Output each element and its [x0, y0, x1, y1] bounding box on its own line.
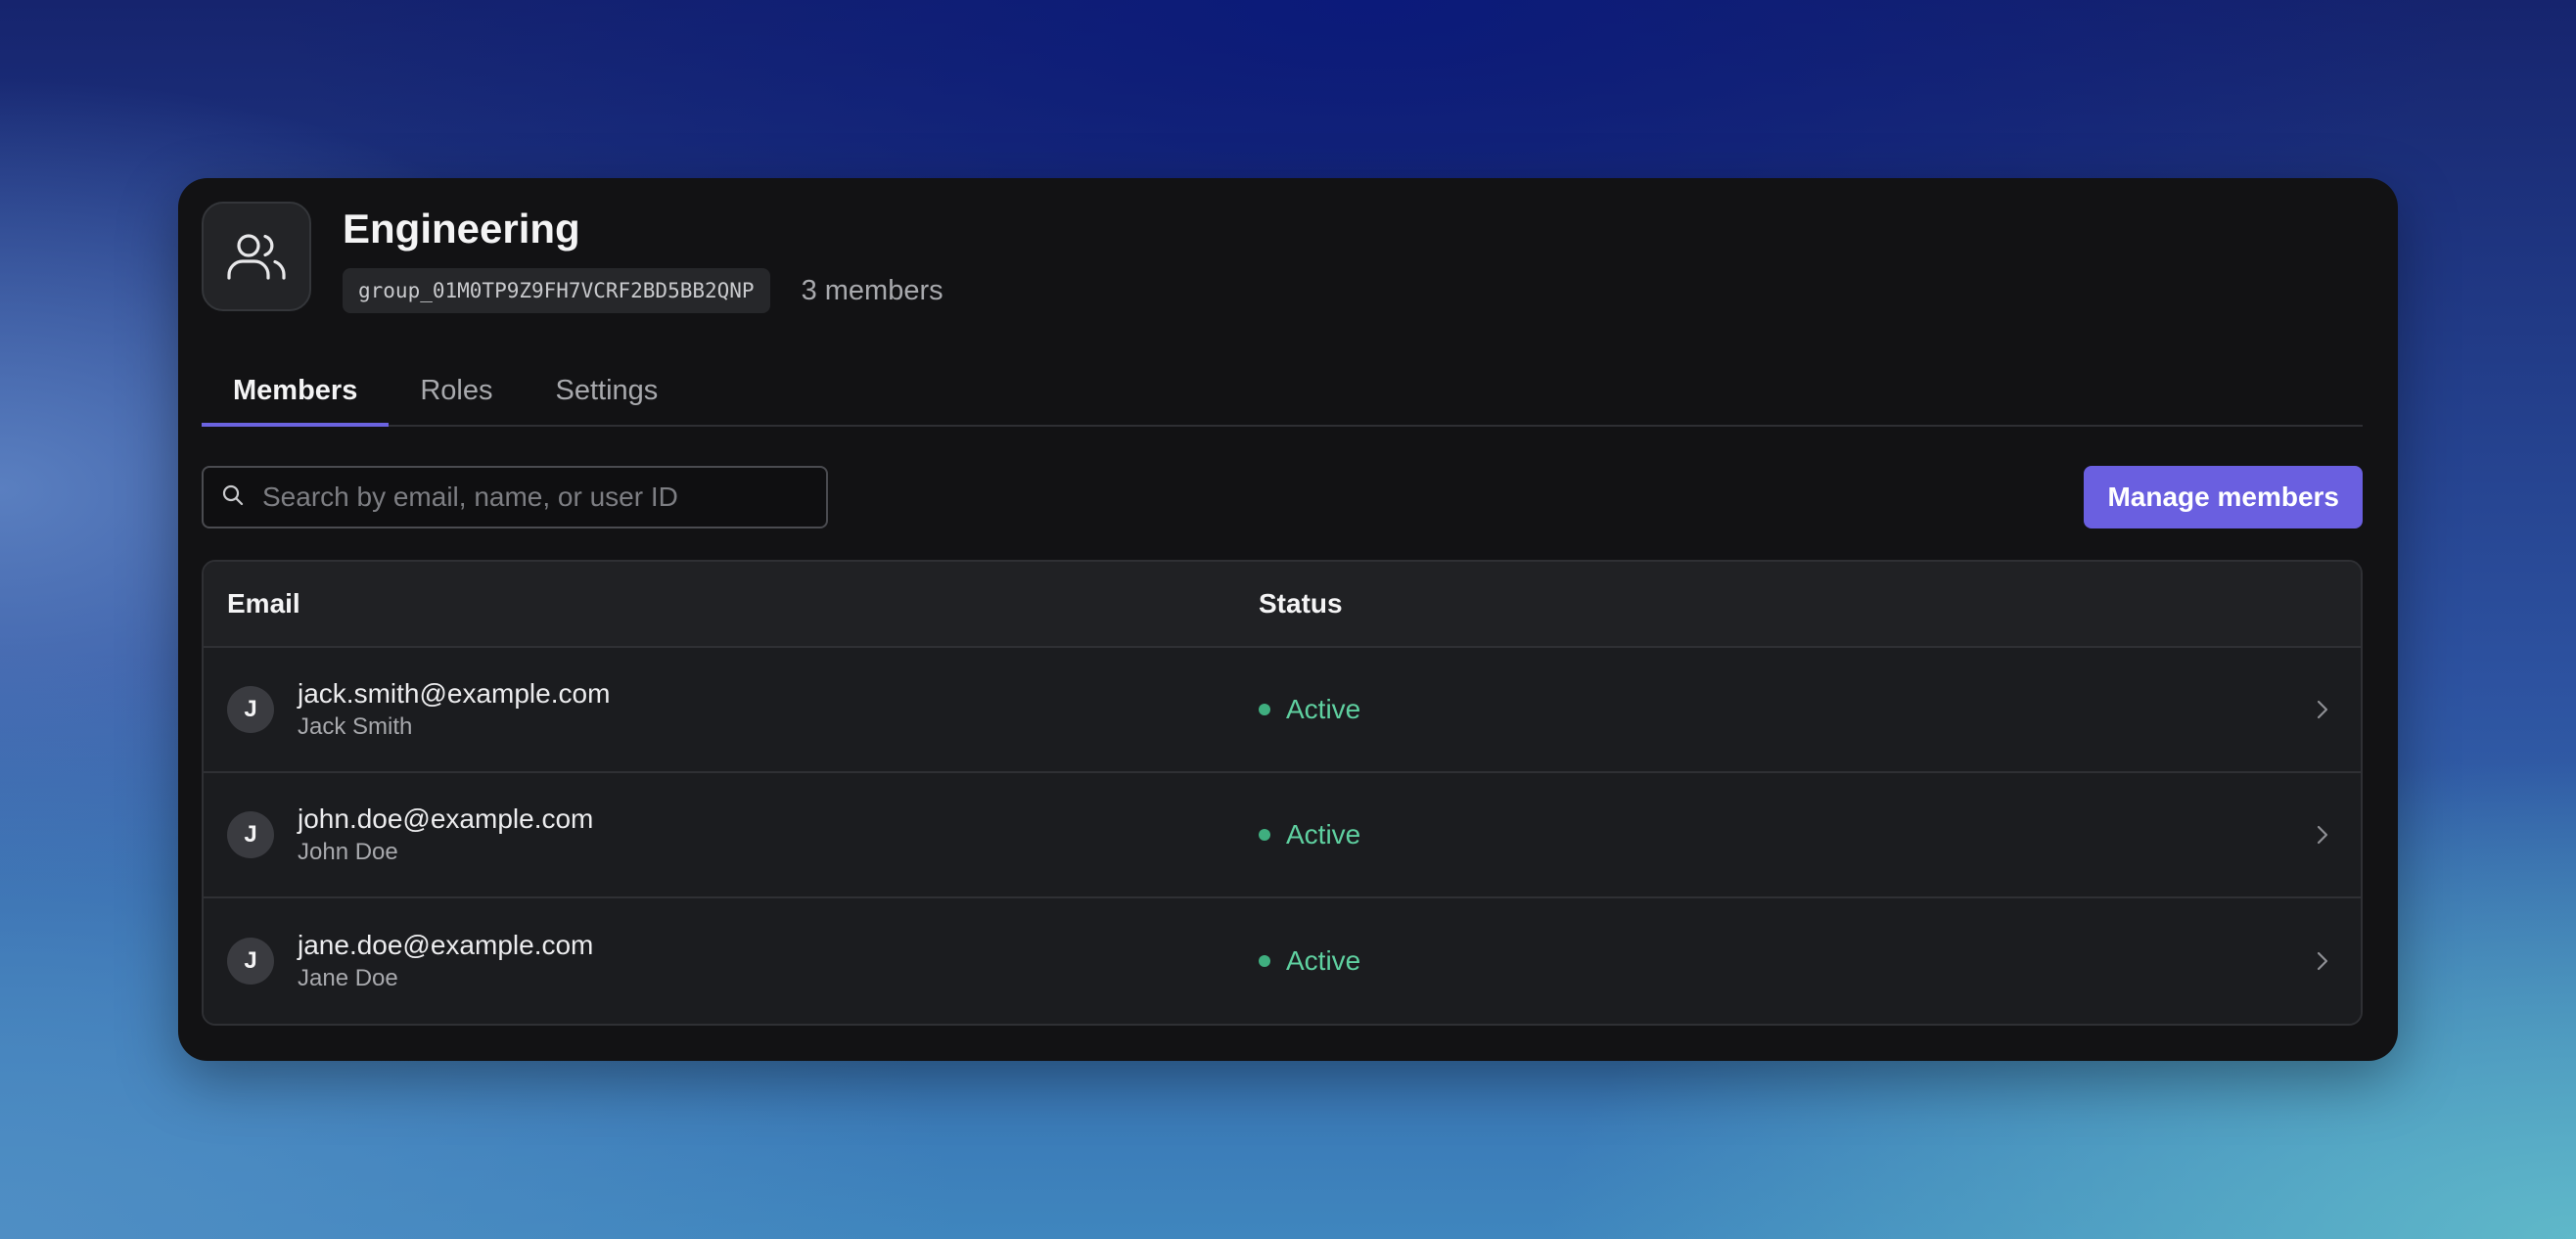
tab-members[interactable]: Members	[202, 356, 390, 427]
avatar: J	[227, 811, 274, 858]
members-toolbar: Manage members	[202, 466, 2363, 528]
status-dot-icon	[1259, 955, 1270, 967]
search-box[interactable]	[202, 466, 828, 528]
tab-roles[interactable]: Roles	[389, 356, 524, 425]
chevron-right-icon[interactable]	[2308, 695, 2337, 724]
table-header: Email Status	[204, 562, 2361, 648]
group-id-badge[interactable]: group_01M0TP9Z9FH7VCRF2BD5BB2QNP	[343, 268, 770, 313]
tab-bar: Members Roles Settings	[202, 356, 2363, 427]
user-name: John Doe	[298, 839, 398, 865]
table-row[interactable]: J jack.smith@example.com Jack Smith Acti…	[204, 648, 2361, 773]
page-title: Engineering	[343, 206, 580, 252]
table-row[interactable]: J john.doe@example.com John Doe Active	[204, 773, 2361, 898]
status-badge: Active	[1286, 819, 1361, 849]
table-row[interactable]: J jane.doe@example.com Jane Doe Active	[204, 898, 2361, 1024]
chevron-right-icon[interactable]	[2308, 820, 2337, 849]
group-header-text: Engineering group_01M0TP9Z9FH7VCRF2BD5BB…	[343, 202, 943, 313]
status-badge: Active	[1286, 694, 1361, 724]
user-name: Jack Smith	[298, 713, 413, 740]
status-badge: Active	[1286, 945, 1361, 976]
group-meta: group_01M0TP9Z9FH7VCRF2BD5BB2QNP 3 membe…	[343, 268, 943, 313]
status-dot-icon	[1259, 704, 1270, 715]
group-header: Engineering group_01M0TP9Z9FH7VCRF2BD5BB…	[202, 202, 2363, 313]
users-icon	[202, 202, 311, 311]
status-dot-icon	[1259, 829, 1270, 841]
user-email: jack.smith@example.com	[298, 678, 611, 709]
user-email: jane.doe@example.com	[298, 930, 594, 960]
avatar: J	[227, 686, 274, 733]
user-name: Jane Doe	[298, 965, 398, 991]
tab-settings[interactable]: Settings	[524, 356, 689, 425]
avatar: J	[227, 938, 274, 985]
search-input[interactable]	[262, 482, 826, 513]
search-icon	[221, 483, 245, 512]
member-count: 3 members	[801, 274, 943, 306]
manage-members-button[interactable]: Manage members	[2084, 466, 2363, 528]
column-header-status: Status	[1259, 588, 1343, 619]
column-header-email: Email	[227, 588, 300, 619]
chevron-right-icon[interactable]	[2308, 946, 2337, 976]
group-card: Engineering group_01M0TP9Z9FH7VCRF2BD5BB…	[178, 178, 2398, 1061]
user-email: john.doe@example.com	[298, 803, 594, 834]
members-table: Email Status J jack.smith@example.com Ja…	[202, 560, 2363, 1026]
